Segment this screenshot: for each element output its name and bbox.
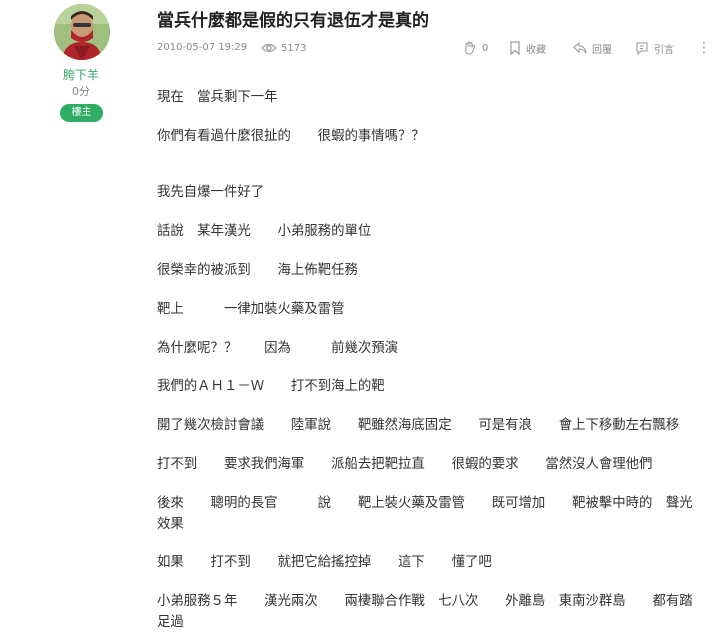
body-line: 小弟服務５年 漢光兩次 兩棲聯合作戰 七八次 外離島 東南沙群島 都有踏足過	[157, 594, 693, 630]
bookmark-label: 收藏	[526, 44, 546, 56]
quote-icon	[636, 42, 648, 55]
avatar-photo-icon	[54, 4, 110, 60]
view-count: 5173	[261, 38, 306, 58]
post-meta-bar: 2010-05-07 19:29 5173 0 收藏 回覆 引言 ⋮	[157, 38, 711, 60]
reply-button[interactable]: 回覆	[573, 38, 612, 58]
body-line: 我們的ＡＨ１－Ｗ 打不到海上的靶	[157, 379, 385, 394]
body-line: 開了幾次檢討會議 陸軍說 靶雖然海底固定 可是有浪 會上下移動左右飄移	[157, 418, 680, 433]
quote-label: 引言	[654, 44, 674, 56]
body-line: 如果 打不到 就把它給搖控掉 這下 懂了吧	[157, 555, 492, 570]
body-line: 我先自爆一件好了	[157, 185, 265, 200]
eye-icon	[261, 43, 277, 53]
author-name[interactable]: 胯下羊	[38, 66, 124, 83]
post-date: 2010-05-07 19:29	[157, 42, 248, 53]
bookmark-icon	[510, 41, 520, 55]
reply-label: 回覆	[592, 44, 612, 56]
bookmark-button[interactable]: 收藏	[509, 38, 546, 58]
reply-icon	[573, 42, 587, 54]
author-points: 0分	[72, 85, 90, 98]
like-button[interactable]: 0	[463, 38, 488, 58]
more-icon[interactable]: ⋮	[697, 40, 711, 56]
body-line: 話說 某年漢光 小弟服務的單位	[157, 224, 372, 239]
body-line: 打不到 要求我們海軍 派船去把靶拉直 很蝦的要求 當然沒人會理他們	[157, 457, 653, 472]
body-line: 靶上 一律加裝火藥及雷管	[157, 302, 345, 317]
view-count-value: 5173	[281, 42, 307, 54]
body-line: 很榮幸的被派到 海上佈靶任務	[157, 263, 358, 278]
body-line: 你們有看過什麼很扯的 很蝦的事情嗎？？	[157, 129, 425, 144]
body-line: 現在 當兵剩下一年	[157, 90, 278, 105]
body-line: 為什麼呢？？ 因為 前幾次預演	[157, 341, 399, 356]
post-title: 當兵什麼都是假的只有退伍才是真的	[157, 11, 429, 31]
body-line: 後來 聰明的長官 說 靶上裝火藥及雷管 既可增加 靶被擊中時的 聲光效果	[157, 496, 693, 532]
post-page: 胯下羊 0分 樓主 當兵什麼都是假的只有退伍才是真的 2010-05-07 19…	[0, 0, 720, 632]
quote-button[interactable]: 引言	[635, 38, 674, 58]
clap-icon	[465, 41, 475, 55]
op-badge: 樓主	[60, 104, 103, 122]
like-count: 0	[482, 42, 489, 54]
avatar[interactable]	[54, 4, 110, 60]
